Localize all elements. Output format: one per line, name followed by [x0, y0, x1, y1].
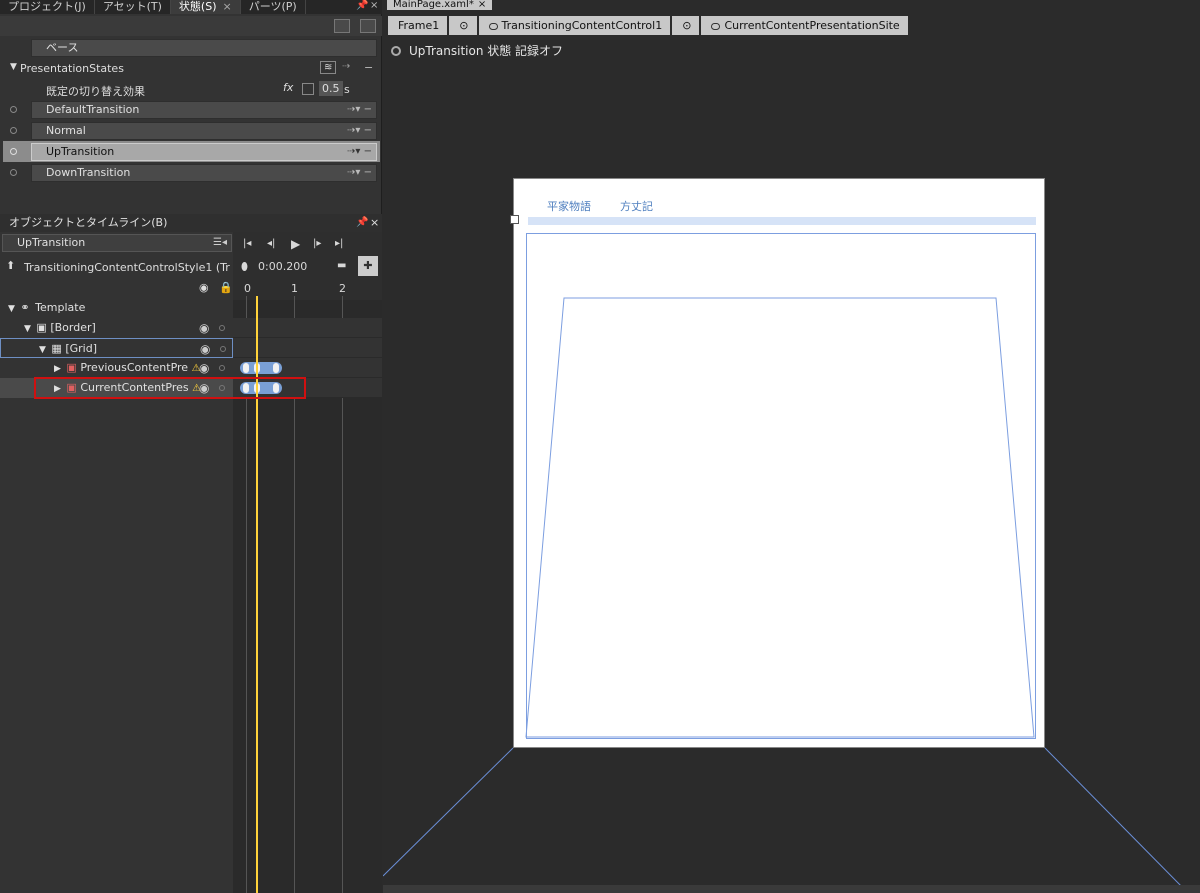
collapse-icon[interactable]: ▼ [24, 324, 31, 334]
eye-icon[interactable]: ◉ [200, 339, 210, 359]
left-pane: プロジェクト(J) アセット(T) 状態(S) × パーツ(P) 📌 × ベース … [0, 0, 382, 893]
state-default-transition[interactable]: DefaultTransition ⇢▾ − [31, 101, 377, 119]
tab-parts[interactable]: パーツ(P) [241, 0, 306, 14]
expand-icon[interactable]: ▶ [54, 364, 61, 374]
keyframe-icon[interactable] [273, 363, 279, 373]
zoom-icon[interactable]: ✚ [358, 256, 378, 276]
current-time: 0:00.200 [258, 260, 308, 273]
base-state[interactable]: ベース [31, 39, 377, 57]
template-style-label[interactable]: TransitioningContentControlStyle1 (Tr… [24, 261, 230, 274]
tree-item-grid[interactable]: ▼ ▦ [Grid] ◉ [0, 338, 233, 358]
perspective-line-left [383, 747, 514, 877]
easing-icon[interactable]: ≋ [320, 61, 337, 74]
tree-item-template[interactable]: ▼ ⚭ Template [0, 298, 233, 318]
record-dot-icon[interactable] [10, 106, 17, 113]
design-canvas[interactable]: 平家物語 方丈記 [510, 178, 1045, 748]
close-icon[interactable]: × [370, 214, 379, 232]
state-group-name: PresentationStates [20, 62, 124, 75]
ruler-tick-0: 0 [244, 282, 251, 295]
transition-duration-input[interactable]: 0.5 [319, 81, 343, 96]
collapse-icon[interactable]: ▼ [10, 62, 17, 72]
status-bar [383, 885, 1200, 893]
state-controls-icon[interactable]: ⇢▾ − [347, 165, 372, 181]
projected-content [525, 297, 1035, 738]
add-state-icon[interactable] [360, 19, 376, 33]
record-dot-icon[interactable] [10, 169, 17, 176]
record-keyframe-icon[interactable]: ⬮ [241, 260, 248, 274]
fx-icon[interactable]: fx [283, 81, 293, 94]
grid-icon: ▦ [51, 342, 62, 355]
last-frame-icon[interactable]: ▸| [335, 238, 343, 249]
eye-icon[interactable]: ◉ [199, 358, 209, 378]
next-frame-icon[interactable]: |▸ [313, 238, 321, 249]
document-pane: MainPage.xaml* × Frame1 ⊙ TransitioningCo… [383, 0, 1200, 893]
tab-project[interactable]: プロジェクト(J) [0, 0, 95, 14]
lock-dot-icon[interactable] [220, 346, 226, 352]
lock-icon[interactable]: 🔒 [219, 281, 233, 294]
record-dot-icon[interactable] [10, 148, 17, 155]
tree-item-previous-content[interactable]: ▶ ▣ PreviousContentPre ⚠ ◉ [0, 358, 233, 378]
close-icon[interactable]: × [223, 0, 232, 13]
lock-dot-icon[interactable] [219, 325, 225, 331]
states-toolbar [0, 16, 382, 36]
pin-icon[interactable]: 📌 [356, 0, 368, 11]
state-controls-icon[interactable]: ⇢▾ − [347, 123, 372, 139]
prev-frame-icon[interactable]: ◂| [267, 238, 275, 249]
duration-unit: s [344, 83, 350, 96]
record-dot-icon[interactable] [10, 127, 17, 134]
state-up-transition[interactable]: UpTransition ⇢▾ − [31, 143, 377, 161]
add-state-group-icon[interactable] [334, 19, 350, 33]
remove-icon[interactable]: − [364, 61, 373, 74]
tab-states[interactable]: 状態(S) × [170, 0, 241, 14]
state-controls-icon[interactable]: ⇢▾ − [347, 102, 372, 118]
objects-timeline-header: オブジェクトとタイムライン(B) 📌 × [0, 214, 382, 232]
link-icon: ⚭ [20, 301, 30, 314]
keyframe-icon[interactable] [243, 363, 249, 373]
keyframe-bar[interactable] [240, 362, 282, 374]
storyboard-options-icon[interactable]: ☰◂ [213, 235, 227, 251]
lock-dot-icon[interactable] [219, 365, 225, 371]
ruler-tick-1: 1 [291, 282, 298, 295]
eye-icon[interactable]: ◉ [199, 281, 209, 294]
collapse-icon[interactable]: ▼ [39, 345, 46, 355]
ruler-tick-2: 2 [339, 282, 346, 295]
add-transition-icon[interactable]: ⇢ [342, 61, 350, 72]
collapse-icon[interactable]: ▼ [8, 304, 15, 314]
up-arrow-icon[interactable]: ⬆ [6, 259, 15, 272]
pin-icon[interactable]: 📌 [356, 214, 368, 232]
border-icon: ▣ [36, 321, 47, 334]
easing-curve-icon[interactable] [302, 83, 314, 95]
eye-icon[interactable]: ◉ [199, 318, 209, 338]
state-down-transition[interactable]: DownTransition ⇢▾ − [31, 164, 377, 182]
timeline-header: |◂ ◂| ▶ |▸ ▸| ⬮ 0:00.200 ▬ ✚ 0 1 2 [233, 232, 382, 300]
state-normal[interactable]: Normal ⇢▾ − [31, 122, 377, 140]
close-icon[interactable]: × [370, 0, 378, 11]
snap-icon[interactable]: ▬ [337, 260, 346, 271]
projection-shape [525, 297, 1035, 738]
tree-item-border[interactable]: ▼ ▣ [Border] ◉ [0, 318, 233, 338]
content-presenter-icon: ▣ [66, 361, 77, 374]
first-frame-icon[interactable]: |◂ [243, 238, 251, 249]
default-transition-label: 既定の切り替え効果 [46, 85, 145, 98]
storyboard-selector[interactable]: UpTransition ☰◂ [2, 234, 232, 252]
annotation-highlight [34, 377, 306, 399]
left-tabbar: プロジェクト(J) アセット(T) 状態(S) × パーツ(P) [0, 0, 382, 14]
play-icon[interactable]: ▶ [291, 237, 300, 251]
perspective-line-right [1044, 747, 1189, 893]
tab-assets[interactable]: アセット(T) [95, 0, 171, 14]
state-controls-icon[interactable]: ⇢▾ − [347, 144, 372, 160]
